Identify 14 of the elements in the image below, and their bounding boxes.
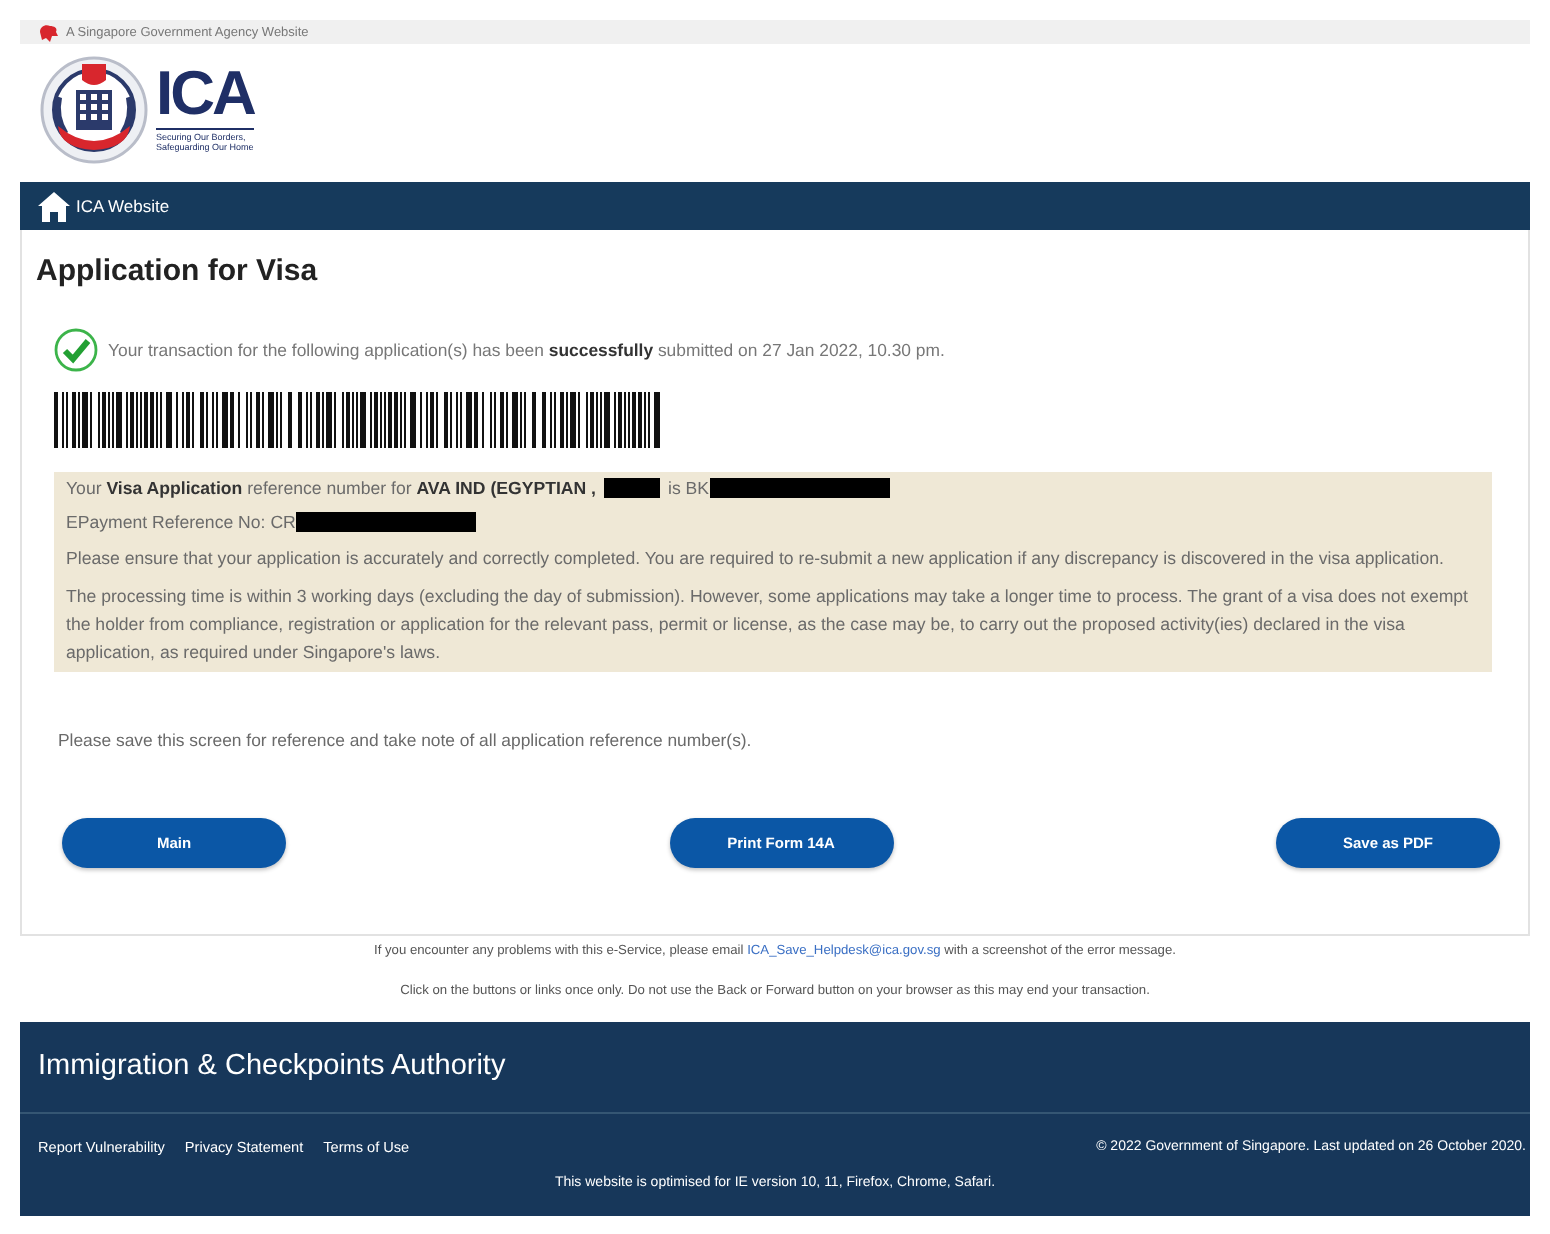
notice-paragraph: Please ensure that your application is accurately and correctly completed. You are required to re-submit a new application if any discrepancy is discovered in the visa application. <box>66 545 1446 571</box>
home-icon <box>38 191 70 221</box>
notice-paragraph: The processing time is within 3 working days (excluding the day of submission). However, some applications may take a longer time to process. The grant of a visa does not exempt the holder from compliance, registration or application for the relevant pass, permit or license, as the case may be, to carry out the proposed activity(ies) declared in the visa application, as required under Singapore's laws. <box>66 583 1470 665</box>
reference-text: Your Visa Application reference number for AVA IND (EGYPTIAN , is BK <box>66 475 1480 499</box>
footer-title: Immigration & Checkpoints Authority <box>20 1021 1530 1113</box>
check-circle-icon <box>54 327 98 371</box>
reference-text: EPayment Reference No: CR <box>66 509 1480 533</box>
crest-icon <box>40 56 148 164</box>
page-title: Application for Visa <box>36 253 320 289</box>
lion-head-icon <box>38 23 58 41</box>
status-message: Your transaction for the following application(s) has been successfully submitted on 27 Jan 2022, 10.30 pm. <box>108 339 945 359</box>
logo-wordmark: ICA <box>156 63 254 121</box>
ica-website-link[interactable]: ICA Website <box>38 191 170 221</box>
save-note-text: Please save this screen for reference and take note of all application reference number(s). <box>58 727 754 751</box>
